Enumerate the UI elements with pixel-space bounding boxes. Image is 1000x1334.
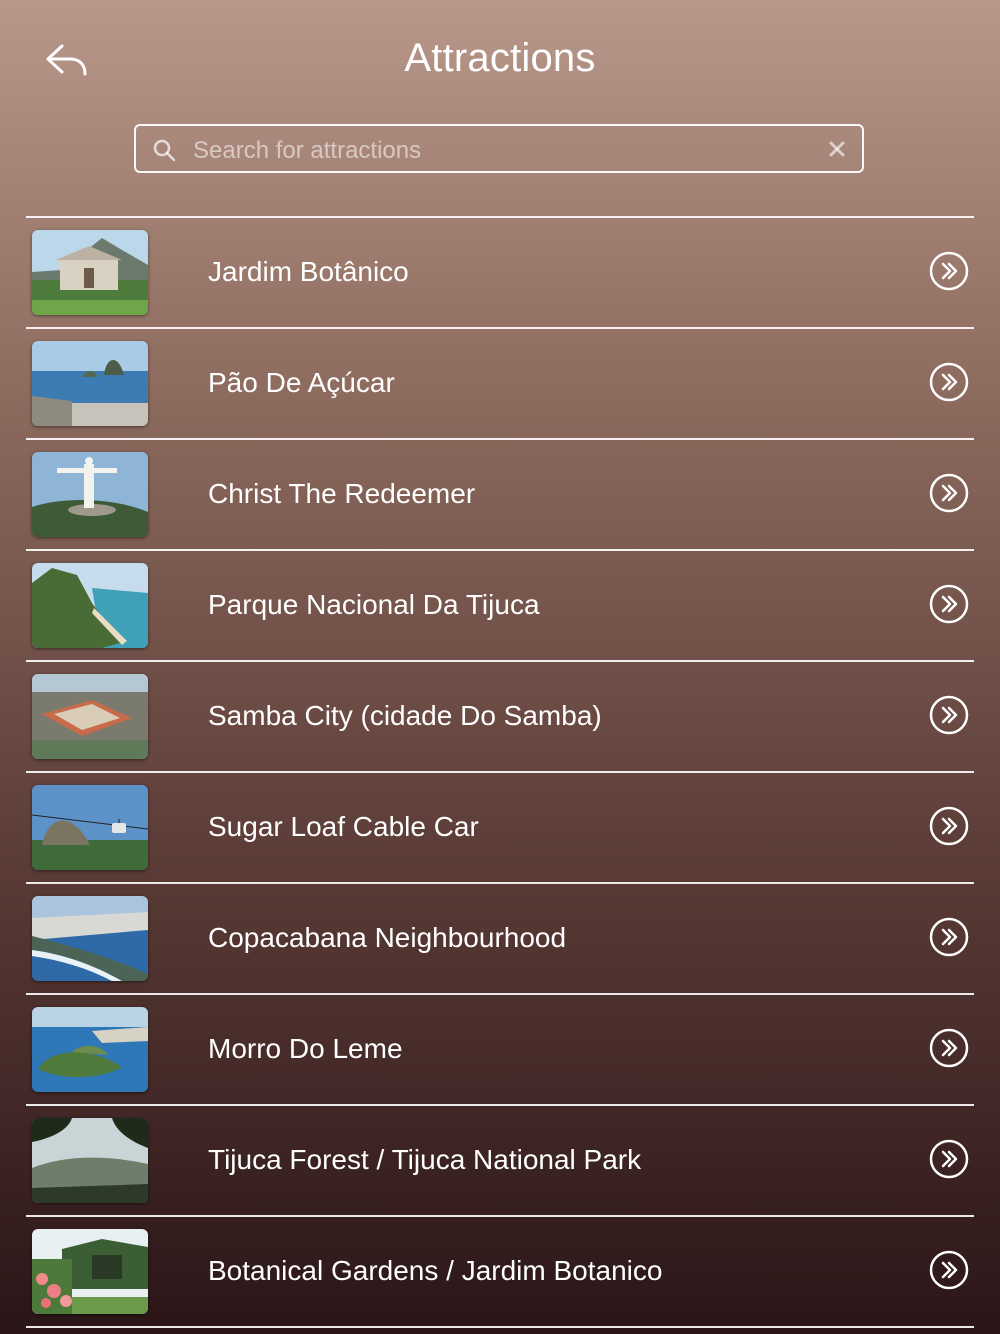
search-bar — [134, 124, 864, 173]
thumbnail-image — [32, 452, 148, 537]
attraction-name: Copacabana Neighbourhood — [208, 922, 567, 953]
thumbnail-image — [32, 785, 148, 870]
chevron-right-circle-icon[interactable] — [929, 251, 969, 291]
list-item-christ-the-redeemer[interactable]: Christ The Redeemer — [26, 438, 974, 549]
chevron-right-circle-icon[interactable] — [929, 1139, 969, 1179]
search-icon — [153, 139, 176, 162]
thumbnail-image — [32, 341, 148, 426]
attraction-name: Sugar Loaf Cable Car — [208, 811, 479, 842]
clear-search-icon[interactable] — [826, 138, 848, 160]
thumbnail-image — [32, 563, 148, 648]
thumbnail-image — [32, 1007, 148, 1092]
thumbnail-image — [32, 1118, 148, 1203]
list-item-morro-do-leme[interactable]: Morro Do Leme — [26, 993, 974, 1104]
attraction-name: Christ The Redeemer — [208, 478, 476, 509]
thumbnail-image — [32, 674, 148, 759]
attraction-name: Parque Nacional Da Tijuca — [208, 589, 540, 620]
attractions-list: Jardim Botânico Pão De Açúcar Christ The… — [26, 216, 974, 1328]
chevron-right-circle-icon[interactable] — [929, 362, 969, 402]
page-title: Attractions — [404, 36, 596, 80]
chevron-right-circle-icon[interactable] — [929, 584, 969, 624]
chevron-right-circle-icon[interactable] — [929, 1028, 969, 1068]
attraction-name: Botanical Gardens / Jardim Botanico — [208, 1255, 663, 1286]
attraction-name: Samba City (cidade Do Samba) — [208, 700, 602, 731]
chevron-right-circle-icon[interactable] — [929, 806, 969, 846]
list-item-pao-de-acucar[interactable]: Pão De Açúcar — [26, 327, 974, 438]
chevron-right-circle-icon[interactable] — [929, 1250, 969, 1290]
chevron-right-circle-icon[interactable] — [929, 473, 969, 513]
list-item-tijuca-forest[interactable]: Tijuca Forest / Tijuca National Park — [26, 1104, 974, 1215]
thumbnail-image — [32, 896, 148, 981]
list-item-botanical-gardens[interactable]: Botanical Gardens / Jardim Botanico — [26, 1215, 974, 1328]
list-item-samba-city[interactable]: Samba City (cidade Do Samba) — [26, 660, 974, 771]
chevron-right-circle-icon[interactable] — [929, 917, 969, 957]
list-item-parque-nacional-da-tijuca[interactable]: Parque Nacional Da Tijuca — [26, 549, 974, 660]
header: Attractions — [0, 0, 1000, 120]
attraction-name: Pão De Açúcar — [208, 367, 395, 398]
thumbnail-image — [32, 230, 148, 315]
thumbnail-image — [32, 1229, 148, 1314]
attraction-name: Jardim Botânico — [208, 256, 409, 287]
list-item-copacabana-neighbourhood[interactable]: Copacabana Neighbourhood — [26, 882, 974, 993]
list-item-sugar-loaf-cable-car[interactable]: Sugar Loaf Cable Car — [26, 771, 974, 882]
attraction-name: Tijuca Forest / Tijuca National Park — [208, 1144, 642, 1175]
search-input[interactable] — [191, 132, 815, 169]
list-item-jardim-botanico[interactable]: Jardim Botânico — [26, 216, 974, 327]
attraction-name: Morro Do Leme — [208, 1033, 403, 1064]
chevron-right-circle-icon[interactable] — [929, 695, 969, 735]
